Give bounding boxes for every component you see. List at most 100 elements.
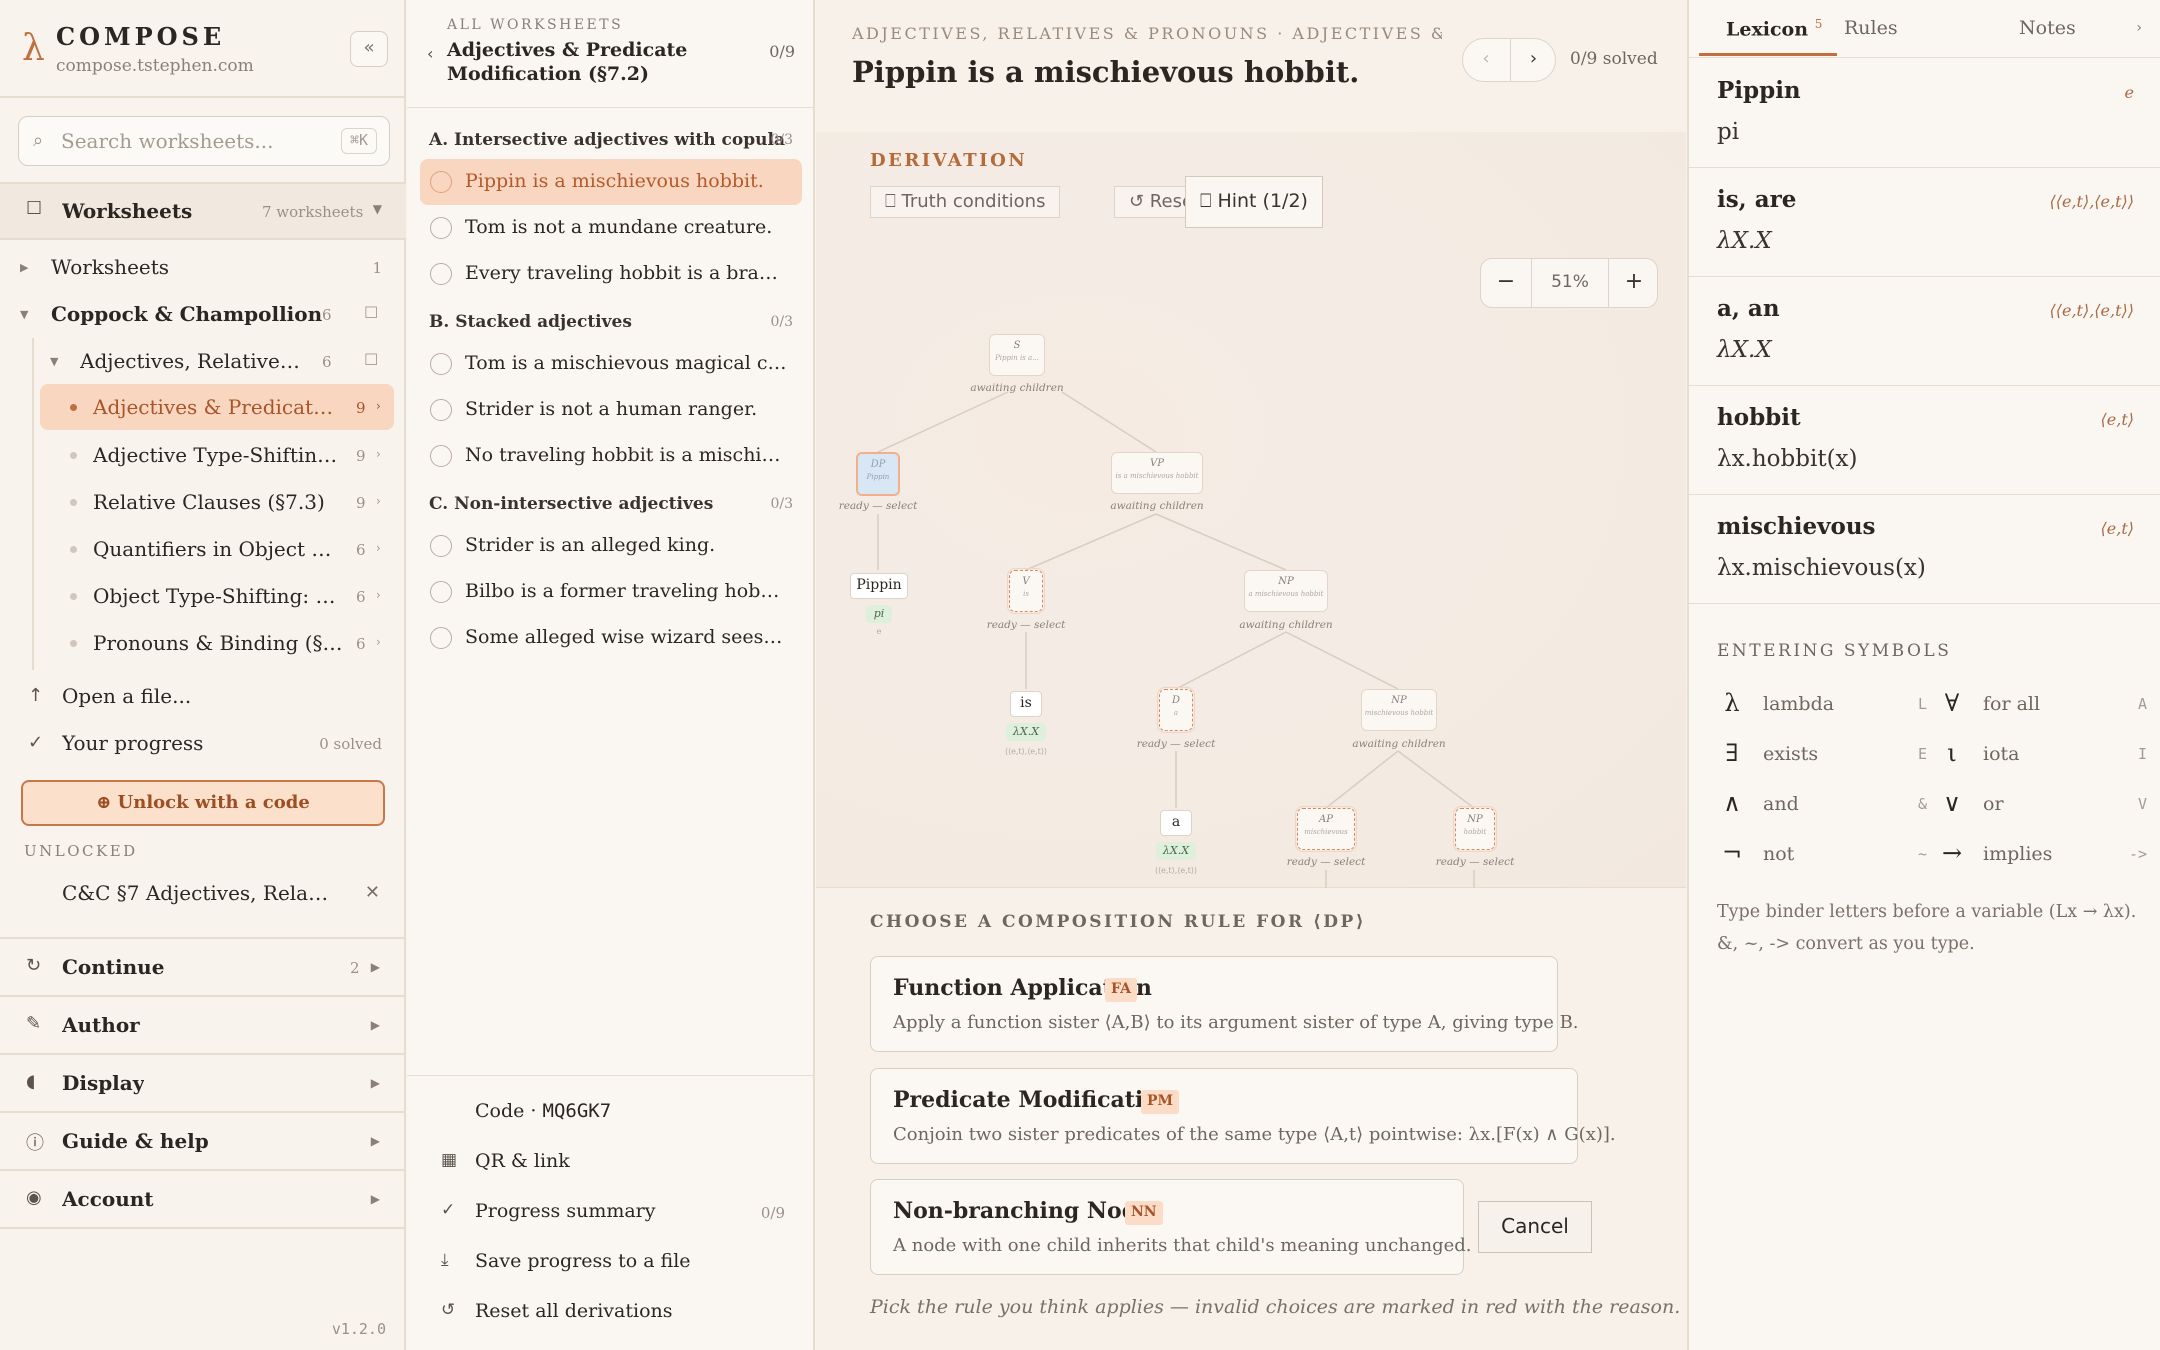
- rule-name: Predicate Modification: [893, 1087, 1174, 1113]
- tree-item-adjectives-relatives[interactable]: ▼ Adjectives, Relatives & P... 6 ☐: [0, 342, 406, 382]
- section-guide-help[interactable]: ⓘ Guide & help ▶: [0, 1113, 406, 1169]
- tree-item-coppock-champollion[interactable]: ▼ Coppock & Champollion 6 ☐: [0, 295, 406, 335]
- tree-item-object-type-shifting[interactable]: Object Type-Shifting: Raise... 6 ›: [0, 576, 406, 616]
- symbol-for-all: ∀ for all A: [1937, 689, 2147, 725]
- worksheet-header: ALL WORKSHEETS ‹ Adjectives & Predicate …: [407, 0, 815, 108]
- lexicon-entry[interactable]: mischievous ⟨e,t⟩ λx.mischievous(x): [1689, 495, 2160, 604]
- tree-node-np[interactable]: NP hobbit: [1453, 806, 1497, 852]
- leaf-word[interactable]: a: [1160, 810, 1192, 836]
- tree-node-v[interactable]: V is: [1007, 568, 1045, 614]
- open-file-item[interactable]: ↑ Open a file...: [0, 677, 406, 717]
- folder-icon: ☐: [364, 350, 379, 369]
- tree-item-pronouns-binding[interactable]: Pronouns & Binding (§7.5) 6 ›: [0, 623, 406, 663]
- divider: [0, 1227, 406, 1229]
- reset-all-label: Reset all derivations: [475, 1300, 673, 1322]
- tree-item-count: 9: [356, 494, 366, 512]
- exercise-item[interactable]: Strider is an alleged king.: [420, 523, 802, 569]
- lexicon-type: e: [2124, 83, 2134, 102]
- lexicon-entry[interactable]: a, an ⟨⟨e,t⟩,⟨e,t⟩⟩ λX.X: [1689, 277, 2160, 386]
- worksheet-count: 0/9: [769, 42, 795, 61]
- tree-item-label: Adjective Type-Shifting: M...: [93, 443, 343, 467]
- leaf-denotation: pi: [866, 605, 892, 623]
- tree-node-d[interactable]: D a: [1157, 687, 1195, 733]
- leaf-type: e: [876, 627, 882, 636]
- qr-link-row[interactable]: ▦ QR & link: [407, 1142, 815, 1182]
- next-exercise-button[interactable]: ›: [1510, 39, 1556, 81]
- tab-rules[interactable]: Rules: [1844, 17, 1898, 39]
- exercise-item[interactable]: No traveling hobbit is a mischievous ...: [420, 433, 802, 479]
- search-input[interactable]: ⌕ Search worksheets... ⌘K: [18, 116, 390, 166]
- derivation-canvas[interactable]: DERIVATION ⎕ Truth conditions ↺ Reset ⎕ …: [816, 132, 1686, 888]
- rule-function-application[interactable]: Function Application FA Apply a function…: [870, 956, 1579, 1052]
- tree-item-quantifiers-object[interactable]: Quantifiers in Object Positi... 6 ›: [0, 529, 406, 569]
- exercise-item[interactable]: Tom is not a mundane creature.: [420, 205, 802, 251]
- exists-icon: ∃: [1725, 739, 1739, 767]
- tree-node-dp[interactable]: DP Pippin: [856, 452, 900, 496]
- cancel-button[interactable]: Cancel: [1478, 1201, 1592, 1253]
- lexicon-entry[interactable]: Pippin e pi: [1689, 59, 2160, 168]
- progress-summary-meta: 0/9: [760, 1204, 785, 1222]
- tree-item-worksheets[interactable]: ▶ Worksheets 1: [0, 248, 406, 288]
- implies-icon: →: [1941, 839, 1963, 867]
- symbol-name: for all: [1983, 693, 2041, 715]
- lexicon-entry[interactable]: is, are ⟨⟨e,t⟩,⟨e,t⟩⟩ λX.X: [1689, 168, 2160, 277]
- worksheet-title: Adjectives & Predicate Modification (§7.…: [447, 39, 688, 85]
- info-icon: ⓘ: [26, 1133, 44, 1154]
- tab-lexicon[interactable]: Lexicon 5: [1726, 17, 1822, 40]
- tree-node-s[interactable]: S Pippin is a...: [989, 334, 1045, 376]
- tree-node-ap[interactable]: AP mischievous: [1295, 806, 1357, 852]
- exercise-item[interactable]: Bilbo is a former traveling hobbit.: [420, 569, 802, 615]
- choose-rule-caption: CHOOSE A COMPOSITION RULE FOR ⟨DP⟩: [870, 912, 1367, 932]
- lexicon-entry[interactable]: hobbit ⟨e,t⟩ λx.hobbit(x): [1689, 386, 2160, 495]
- status-circle-icon: [430, 445, 452, 467]
- section-author[interactable]: ✎ Author ▶: [0, 997, 406, 1053]
- tree-node-vp[interactable]: VP is a mischievous hobbit: [1111, 452, 1203, 494]
- section-label: Continue: [62, 955, 165, 979]
- status-circle-icon: [430, 627, 452, 649]
- exercise-item[interactable]: Some alleged wise wizard sees Sauron.: [420, 615, 802, 661]
- node-subtext: is a mischievous hobbit: [1115, 472, 1199, 480]
- rule-hint-note: Pick the rule you think applies — invali…: [870, 1296, 1681, 1318]
- save-progress-row[interactable]: ⤓ Save progress to a file: [407, 1242, 815, 1282]
- tabs-more-icon[interactable]: ›: [2136, 20, 2142, 36]
- symbol-key: A: [2137, 695, 2147, 713]
- tree-node-np[interactable]: NP a mischievous hobbit: [1244, 570, 1328, 612]
- node-category: VP: [1150, 458, 1164, 469]
- tree-item-adjectives-predicate-mod[interactable]: Adjectives & Predicate Mod... 9 ›: [0, 384, 406, 430]
- collapse-sidebar-button[interactable]: «: [350, 31, 388, 67]
- all-worksheets-link[interactable]: ALL WORKSHEETS: [447, 17, 623, 33]
- node-category: S: [1013, 340, 1021, 351]
- symbol-key: &: [1917, 795, 1927, 813]
- group-label: A. Intersective adjectives with copula: [429, 130, 785, 150]
- node-category: NP: [1467, 814, 1483, 825]
- tab-notes[interactable]: Notes: [2019, 17, 2076, 39]
- tree-node-np[interactable]: NP mischievous hobbit: [1361, 689, 1437, 731]
- back-icon[interactable]: ‹: [427, 44, 433, 63]
- worksheets-section[interactable]: ☐ Worksheets 7 worksheets ▼: [0, 184, 406, 238]
- remove-icon[interactable]: ✕: [365, 882, 380, 903]
- leaf-word[interactable]: is: [1010, 691, 1042, 717]
- leaf-word[interactable]: Pippin: [850, 573, 908, 599]
- tree-item-relative-clauses[interactable]: Relative Clauses (§7.3) 9 ›: [0, 482, 406, 522]
- section-continue[interactable]: ↻ Continue 2 ▶: [0, 939, 406, 995]
- rule-non-branching-node[interactable]: Non-branching Node NN A node with one ch…: [870, 1179, 1472, 1275]
- section-account[interactable]: ◉ Account ▶: [0, 1171, 406, 1227]
- progress-summary-row[interactable]: ✓ Progress summary 0/9: [407, 1192, 815, 1232]
- brand: λ COMPOSE compose.tstephen.com: [22, 22, 392, 82]
- reset-all-row[interactable]: ↺ Reset all derivations: [407, 1292, 815, 1332]
- exercise-item[interactable]: Every traveling hobbit is a brave crea..…: [420, 251, 802, 297]
- exercise-item[interactable]: Tom is a mischievous magical creatu...: [420, 341, 802, 387]
- node-subtext: a mischievous hobbit: [1248, 590, 1324, 598]
- prev-exercise-button[interactable]: ‹: [1463, 39, 1509, 81]
- rule-predicate-modification[interactable]: Predicate Modification PM Conjoin two si…: [870, 1068, 1616, 1164]
- unlocked-item-label: C&C §7 Adjectives, Relatives ...: [62, 881, 332, 905]
- and-icon: ∧: [1723, 789, 1741, 817]
- unlocked-item[interactable]: C&C §7 Adjectives, Relatives ... ✕: [0, 874, 406, 914]
- tree-item-adjective-type-shifting[interactable]: Adjective Type-Shifting: M... 9 ›: [0, 435, 406, 475]
- exercise-item[interactable]: Strider is not a human ranger.: [420, 387, 802, 433]
- unlock-with-code-button[interactable]: ⊕ Unlock with a code: [21, 780, 385, 826]
- your-progress-item[interactable]: ✓ Your progress 0 solved: [0, 724, 406, 764]
- exercise-item[interactable]: Pippin is a mischievous hobbit.: [420, 159, 802, 205]
- share-code-row[interactable]: Code · MQ6GK7: [407, 1092, 815, 1132]
- section-display[interactable]: ◖ Display ▶: [0, 1055, 406, 1111]
